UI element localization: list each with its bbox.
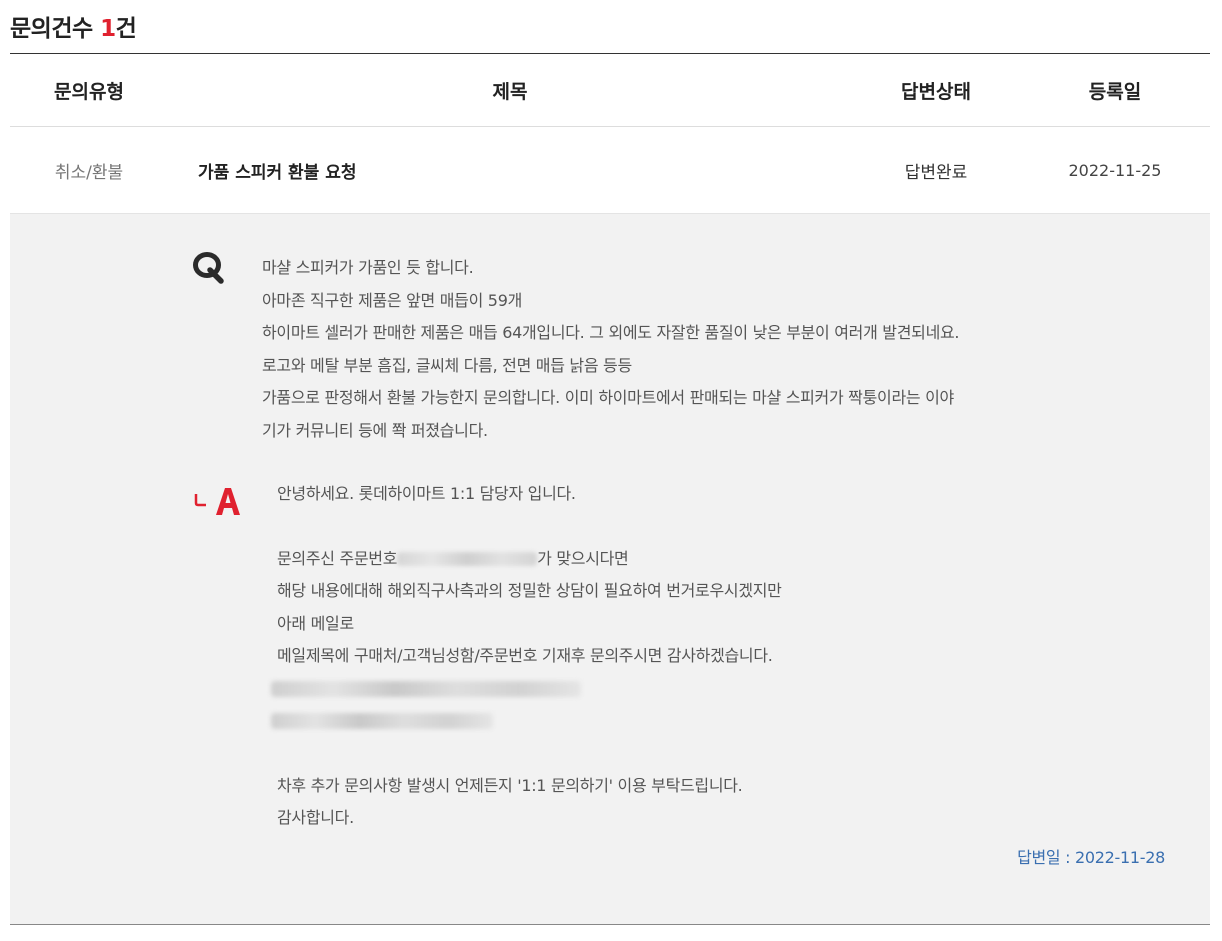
header-title: 제목	[492, 80, 528, 103]
answer-body: 안녕하세요. 롯데하이마트 1:1 담당자 입니다. 문의주신 주문번호 가 맞으…	[271, 478, 1077, 834]
inquiry-count-unit: 건	[115, 16, 137, 42]
answer-closing: 차후 추가 문의사항 발생시 언제든지 '1:1 문의하기' 이용 부탁드립니다…	[277, 775, 743, 795]
answer-order-suffix: 가 맞으시다면	[537, 548, 629, 568]
table-row[interactable]: 취소/환불 가품 스피커 환불 요청 답변완료 2022-11-25	[10, 127, 1210, 214]
q-icon	[193, 252, 224, 284]
inquiry-detail-panel: 마샬 스피커가 가품인 듯 합니다. 아마존 직구한 제품은 앞면 매듭이 59…	[10, 214, 1210, 925]
answer-thanks: 감사합니다.	[277, 807, 354, 827]
answer-line: 해당 내용에대해 해외직구사측과의 정밀한 상담이 필요하여 번거로우시겠지만	[277, 581, 782, 601]
redacted-order-number	[397, 552, 538, 567]
question-line: 가품으로 판정해서 환불 가능한지 문의합니다. 이미 하이마트에서 판매되는 …	[262, 388, 954, 407]
question-line: 아마존 직구한 제품은 앞면 매듭이 59개	[262, 290, 522, 310]
redacted-email-line	[271, 680, 581, 697]
answer-date-label: 답변일 :	[1017, 848, 1075, 867]
answer-order-prefix: 문의주신 주문번호	[277, 548, 398, 568]
header-type: 문의유형	[54, 80, 124, 103]
question-line: 기가 커뮤니티 등에 쫙 퍼졌습니다.	[262, 420, 488, 440]
redacted-email-address	[271, 713, 493, 730]
row-status: 답변완료	[904, 162, 968, 183]
question-line: 마샬 스피커가 가품인 듯 합니다.	[262, 258, 474, 277]
question-line: 하이마트 셀러가 판매한 제품은 매듭 64개입니다. 그 외에도 자잘한 품질…	[262, 323, 960, 342]
inquiry-count-number: 1	[100, 16, 116, 42]
a-icon	[194, 488, 240, 515]
inquiry-count-label: 문의건수	[10, 16, 101, 42]
inquiry-count-title: 문의건수 1건	[10, 12, 137, 46]
row-type: 취소/환불	[54, 162, 124, 183]
answer-line: 아래 메일로	[277, 613, 354, 633]
answer-greeting: 안녕하세요. 롯데하이마트 1:1 담당자 입니다.	[277, 484, 576, 503]
header-date: 등록일	[1088, 80, 1142, 103]
answer-order-line: 문의주신 주문번호 가 맞으시다면	[277, 543, 1077, 575]
answer-line: 메일제목에 구매처/고객님성함/주문번호 기재후 문의주시면 감사하겠습니다.	[277, 645, 773, 665]
table-header: 문의유형 제목 답변상태 등록일	[10, 54, 1210, 127]
header-status: 답변상태	[901, 80, 971, 103]
question-line: 로고와 메탈 부분 흠집, 글씨체 다름, 전면 매듭 낡음 등등	[262, 355, 632, 375]
row-title[interactable]: 가품 스피커 환불 요청	[168, 127, 852, 213]
row-date: 2022-11-25	[1068, 160, 1162, 180]
question-body: 마샬 스피커가 가품인 듯 합니다. 아마존 직구한 제품은 앞면 매듭이 59…	[262, 252, 1082, 447]
answer-date: 답변일 : 2022-11-28	[1017, 844, 1165, 868]
answer-date-value: 2022-11-28	[1075, 848, 1165, 867]
